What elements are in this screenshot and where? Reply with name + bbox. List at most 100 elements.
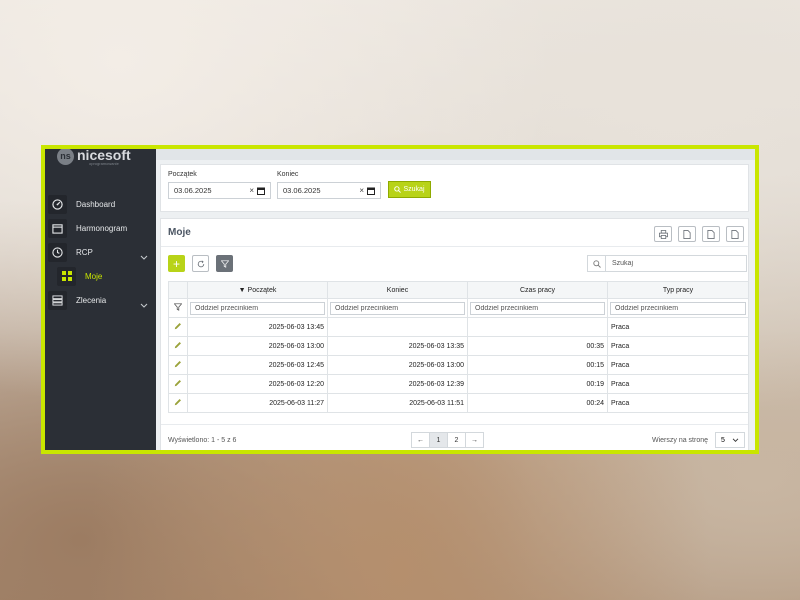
cell-type: Praca xyxy=(607,393,749,413)
end-date-input[interactable]: 03.06.2025 × xyxy=(277,182,381,199)
rows-per-page-select[interactable]: 5 xyxy=(715,432,745,448)
end-filter-input[interactable] xyxy=(330,301,465,315)
table-row: 2025-06-03 12:20 2025-06-03 12:39 00:19 … xyxy=(168,374,749,394)
end-date-value: 03.06.2025 xyxy=(283,186,321,195)
column-header-duration[interactable]: Czas pracy xyxy=(467,281,608,299)
filter-row-icon-cell xyxy=(168,298,188,318)
pencil-icon xyxy=(174,380,181,387)
export-excel-button[interactable] xyxy=(702,226,720,242)
chevron-down-icon[interactable] xyxy=(140,296,148,314)
sidebar-item-zlecenia[interactable]: Zlecenia xyxy=(45,288,156,312)
sidebar-item-dashboard[interactable]: Dashboard xyxy=(45,192,156,216)
edit-button[interactable] xyxy=(168,374,188,394)
end-date-label: Koniec xyxy=(277,171,299,178)
start-date-value: 03.06.2025 xyxy=(174,186,212,195)
start-date-label: Początek xyxy=(168,171,197,178)
sidebar-item-moje[interactable]: Moje xyxy=(45,264,156,288)
sidebar-item-rcp[interactable]: RCP xyxy=(45,240,156,264)
printer-icon xyxy=(658,229,668,239)
prev-page-button[interactable]: ← xyxy=(411,432,430,448)
export-pdf-button[interactable] xyxy=(726,226,744,242)
calendar-icon[interactable] xyxy=(257,187,265,197)
sidebar-nav: Dashboard Harmonogram RCP Moje Zlecenia xyxy=(45,192,156,312)
type-filter-input[interactable] xyxy=(610,301,746,315)
rows-per-page-label: Wierszy na stronę xyxy=(652,437,709,444)
refresh-icon xyxy=(197,259,204,267)
logo-mark: ns xyxy=(57,149,74,165)
search-button[interactable]: Szukaj xyxy=(388,181,431,198)
filter-toggle-button[interactable] xyxy=(216,255,233,272)
sidebar-item-label: RCP xyxy=(76,247,93,257)
main-content: Początek 03.06.2025 × Koniec 03.06.2025 … xyxy=(156,149,755,450)
filter-cell xyxy=(187,298,328,318)
table-row: 2025-06-03 12:45 2025-06-03 13:00 00:15 … xyxy=(168,355,749,375)
file-icon xyxy=(683,229,691,239)
pencil-icon xyxy=(174,323,181,330)
grid-icon xyxy=(57,266,76,286)
pencil-icon xyxy=(174,361,181,368)
divider xyxy=(161,246,748,247)
chevron-down-icon[interactable] xyxy=(140,248,148,266)
cell-duration: 00:19 xyxy=(467,374,608,394)
rows-per-page-value: 5 xyxy=(721,436,725,444)
column-header-start[interactable]: ▼ Początek xyxy=(187,281,328,299)
search-input[interactable] xyxy=(606,260,736,267)
logo: ns nicesoft oprogramowanie xyxy=(45,149,156,171)
gauge-icon xyxy=(48,194,67,214)
pencil-icon xyxy=(174,342,181,349)
page-button-1[interactable]: 1 xyxy=(429,432,448,448)
sidebar-item-label: Harmonogram xyxy=(76,223,128,233)
export-csv-button[interactable] xyxy=(678,226,696,242)
start-filter-input[interactable] xyxy=(190,301,325,315)
page-button-2[interactable]: 2 xyxy=(447,432,466,448)
search-button-label: Szukaj xyxy=(403,186,425,193)
refresh-button[interactable] xyxy=(192,255,209,272)
clock-icon xyxy=(48,242,67,262)
table-row: 2025-06-03 13:45 Praca xyxy=(168,317,749,337)
cell-end xyxy=(327,317,468,337)
add-button[interactable]: + xyxy=(168,255,185,272)
sidebar-item-label: Dashboard xyxy=(76,199,116,209)
sidebar-item-harmonogram[interactable]: Harmonogram xyxy=(45,216,156,240)
table-header-row: ▼ Początek Koniec Czas pracy Typ pracy xyxy=(168,281,749,299)
cell-duration xyxy=(467,317,608,337)
cell-end: 2025-06-03 12:39 xyxy=(327,374,468,394)
table-row: 2025-06-03 13:00 2025-06-03 13:35 00:35 … xyxy=(168,336,749,356)
column-header-label: Początek xyxy=(247,286,277,294)
cell-end: 2025-06-03 13:35 xyxy=(327,336,468,356)
sidebar-item-label: Zlecenia xyxy=(76,295,107,305)
date-filter-card: Początek 03.06.2025 × Koniec 03.06.2025 … xyxy=(160,164,749,212)
dots-grid-icon xyxy=(48,290,67,310)
next-page-button[interactable]: → xyxy=(465,432,484,448)
calendar-icon xyxy=(48,218,67,238)
edit-button[interactable] xyxy=(168,317,188,337)
records-card: Moje + Szukaj ▼ Początek Koniec Czas pra… xyxy=(160,218,749,450)
cell-start: 2025-06-03 12:45 xyxy=(187,355,328,375)
column-header-type[interactable]: Typ pracy xyxy=(607,281,749,299)
calendar-icon[interactable] xyxy=(367,187,375,197)
end-date-group: Koniec 03.06.2025 × xyxy=(277,171,381,199)
cell-type: Praca xyxy=(607,374,749,394)
edit-button[interactable] xyxy=(168,393,188,413)
chevron-down-icon xyxy=(732,438,739,445)
edit-button[interactable] xyxy=(168,355,188,375)
print-button[interactable] xyxy=(654,226,672,242)
divider xyxy=(161,424,748,425)
table-row: 2025-06-03 11:27 2025-06-03 11:51 00:24 … xyxy=(168,393,749,413)
filter-cell xyxy=(327,298,468,318)
header-action-cell xyxy=(168,281,188,299)
clear-icon[interactable]: × xyxy=(249,186,254,195)
cell-type: Praca xyxy=(607,336,749,356)
column-header-end[interactable]: Koniec xyxy=(327,281,468,299)
page-title: Moje xyxy=(168,227,191,238)
filter-icon xyxy=(220,259,229,268)
clear-icon[interactable]: × xyxy=(359,186,364,195)
start-date-input[interactable]: 03.06.2025 × xyxy=(168,182,271,199)
filter-row xyxy=(168,298,749,318)
pagination: ← 1 2 → xyxy=(411,432,484,448)
edit-button[interactable] xyxy=(168,336,188,356)
duration-filter-input[interactable] xyxy=(470,301,605,315)
cell-end: 2025-06-03 13:00 xyxy=(327,355,468,375)
logo-tagline: oprogramowanie xyxy=(89,161,119,166)
cell-duration: 00:24 xyxy=(467,393,608,413)
